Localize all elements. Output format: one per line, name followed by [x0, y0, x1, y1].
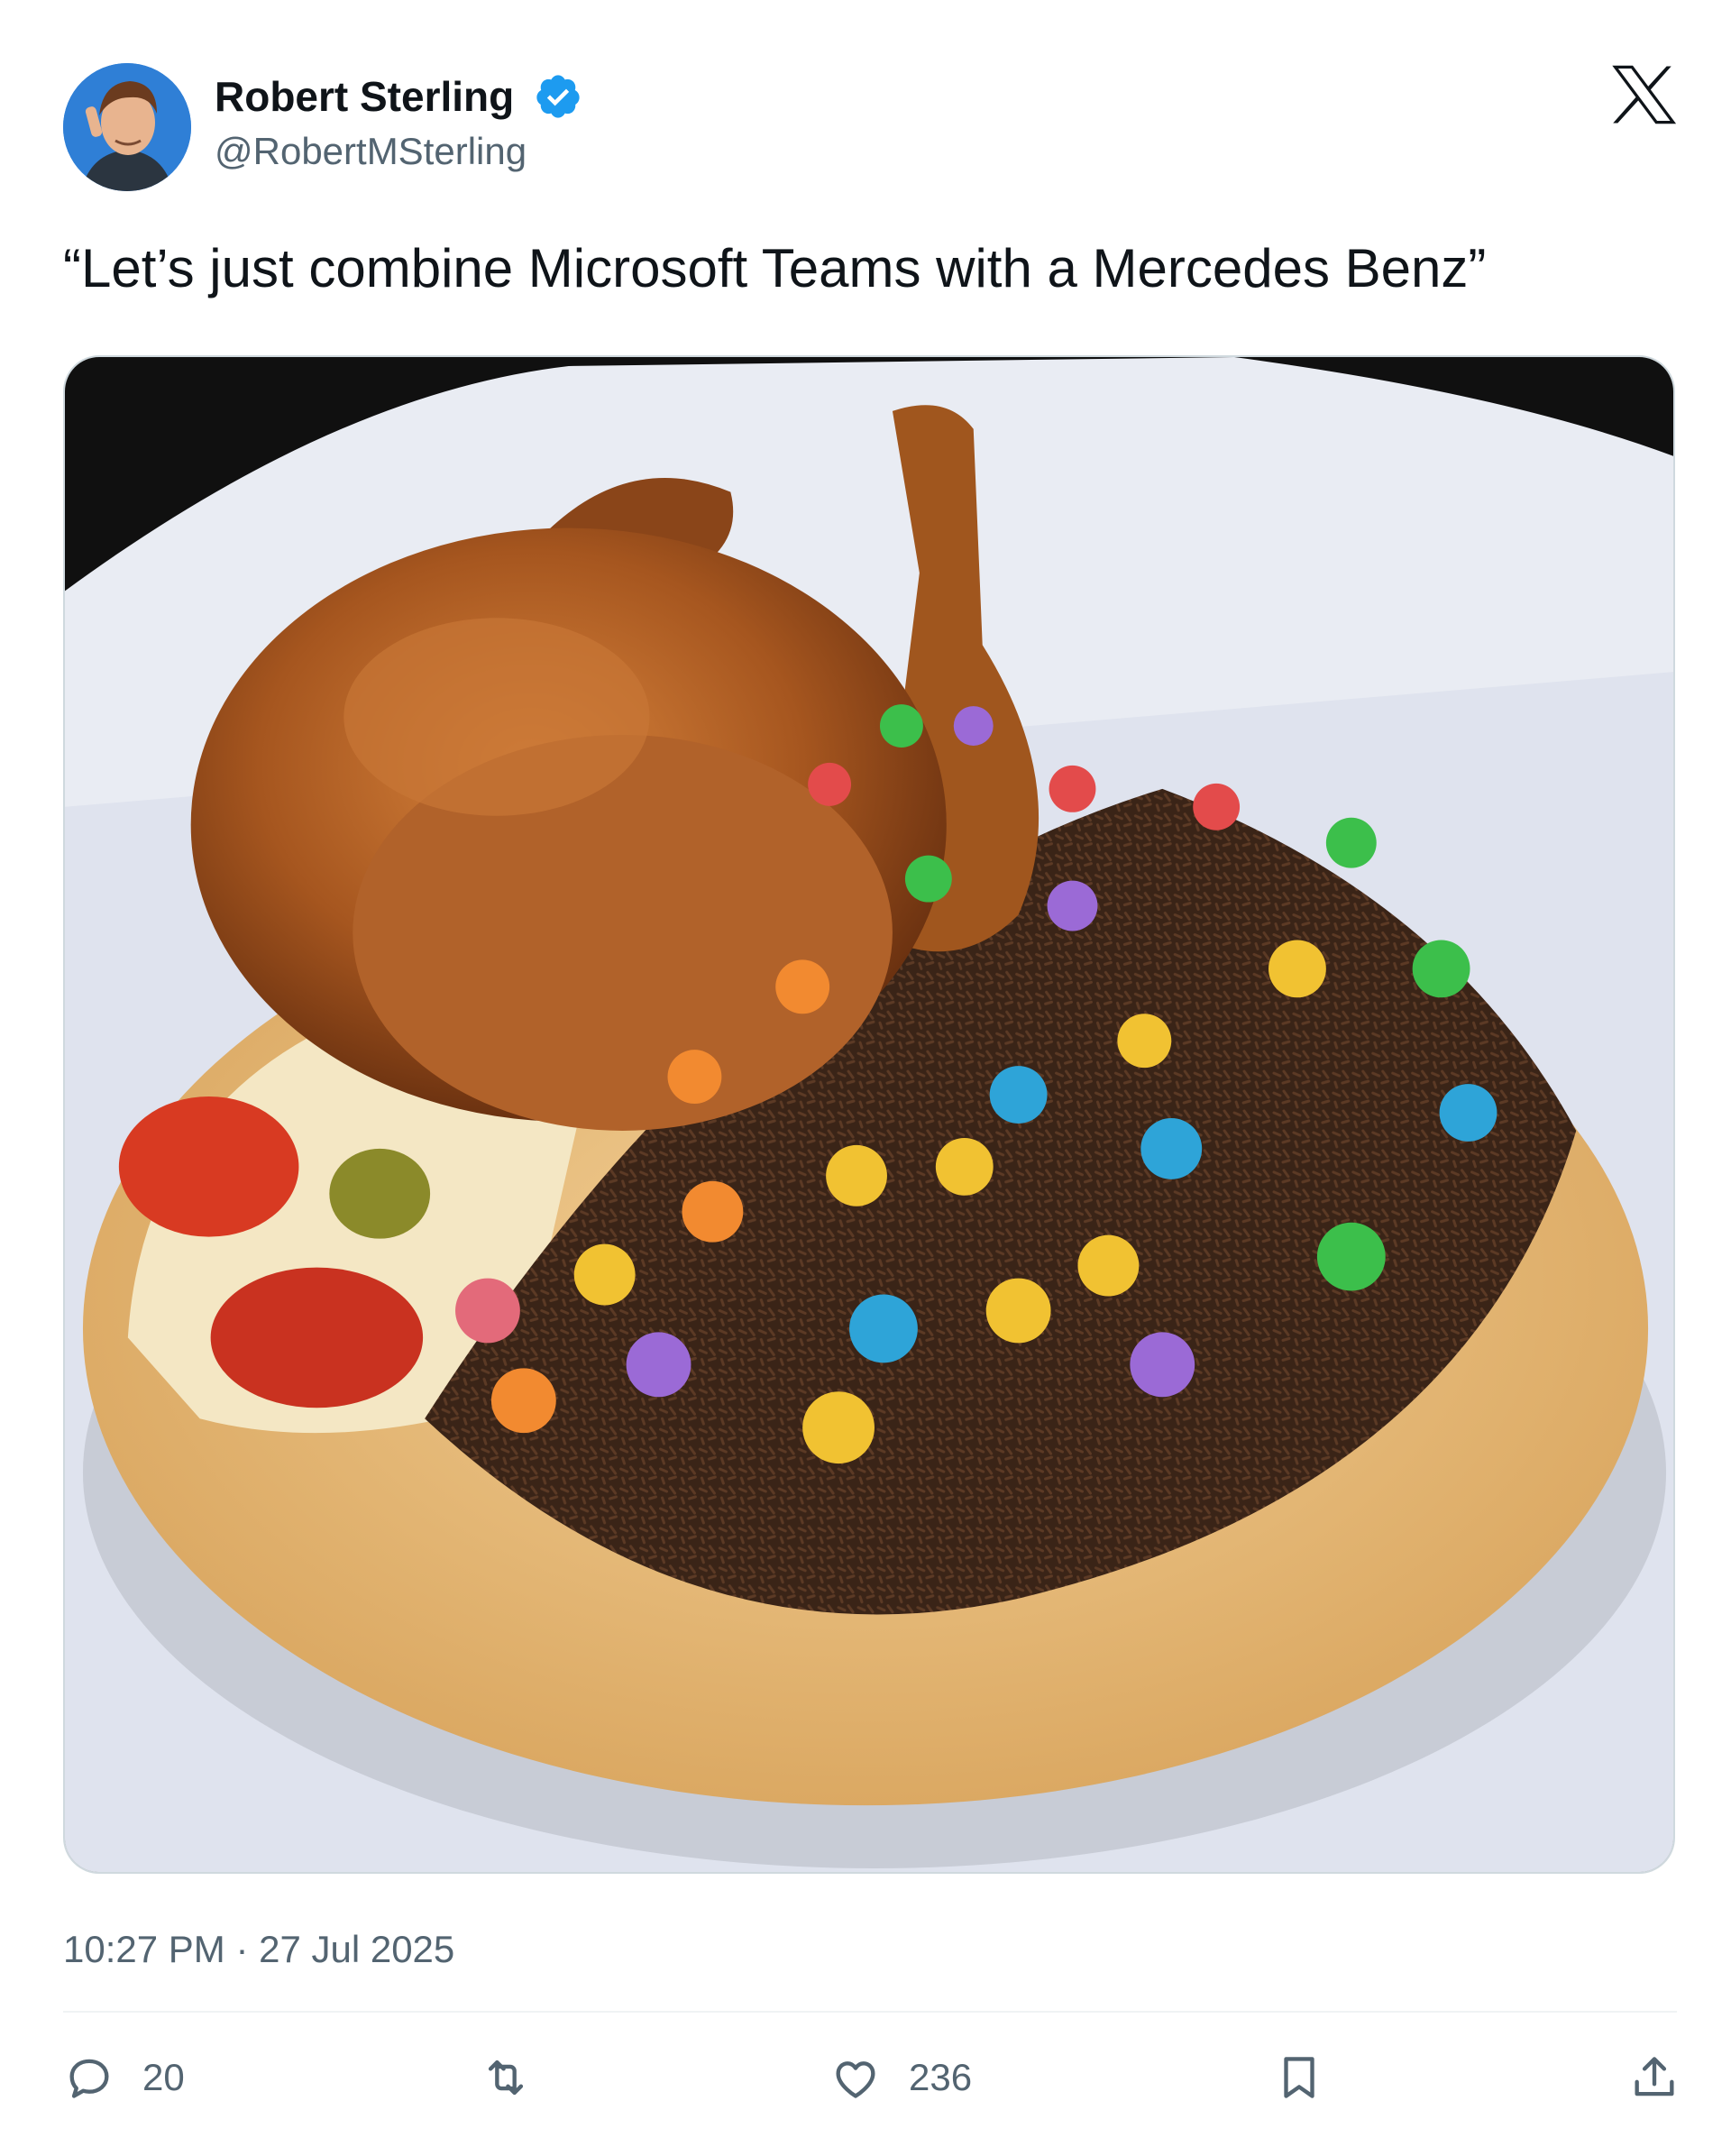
- retweet-button[interactable]: [480, 2049, 559, 2106]
- x-logo-icon[interactable]: [1612, 65, 1677, 124]
- bookmark-icon: [1284, 2057, 1314, 2098]
- tweet-timestamp[interactable]: 10:27 PM · 27 Jul 2025: [63, 1928, 454, 1971]
- divider: [63, 2011, 1677, 2013]
- author-display-name[interactable]: Robert Sterling: [215, 72, 514, 121]
- reply-count: 20: [142, 2056, 185, 2098]
- avatar-illustration: [63, 63, 191, 191]
- tweet-photo[interactable]: [63, 355, 1675, 1874]
- reply-button[interactable]: 20: [63, 2049, 185, 2106]
- share-button[interactable]: [1628, 2049, 1681, 2106]
- tweet-text: “Let’s just combine Microsoft Teams with…: [63, 238, 1487, 298]
- retweet-icon: [488, 2060, 524, 2096]
- share-icon: [1635, 2057, 1674, 2096]
- chicken-candy-pizza-illustration: [65, 357, 1673, 1872]
- like-button[interactable]: 236: [829, 2049, 972, 2106]
- like-count: 236: [909, 2056, 973, 2098]
- author-handle[interactable]: @RobertMSterling: [215, 130, 527, 173]
- like-icon: [836, 2061, 875, 2098]
- reply-icon: [69, 2059, 109, 2098]
- author-name-row: Robert Sterling: [215, 72, 582, 121]
- avatar[interactable]: [63, 63, 191, 191]
- verified-badge-icon[interactable]: [534, 72, 582, 121]
- bookmark-button[interactable]: [1273, 2049, 1325, 2106]
